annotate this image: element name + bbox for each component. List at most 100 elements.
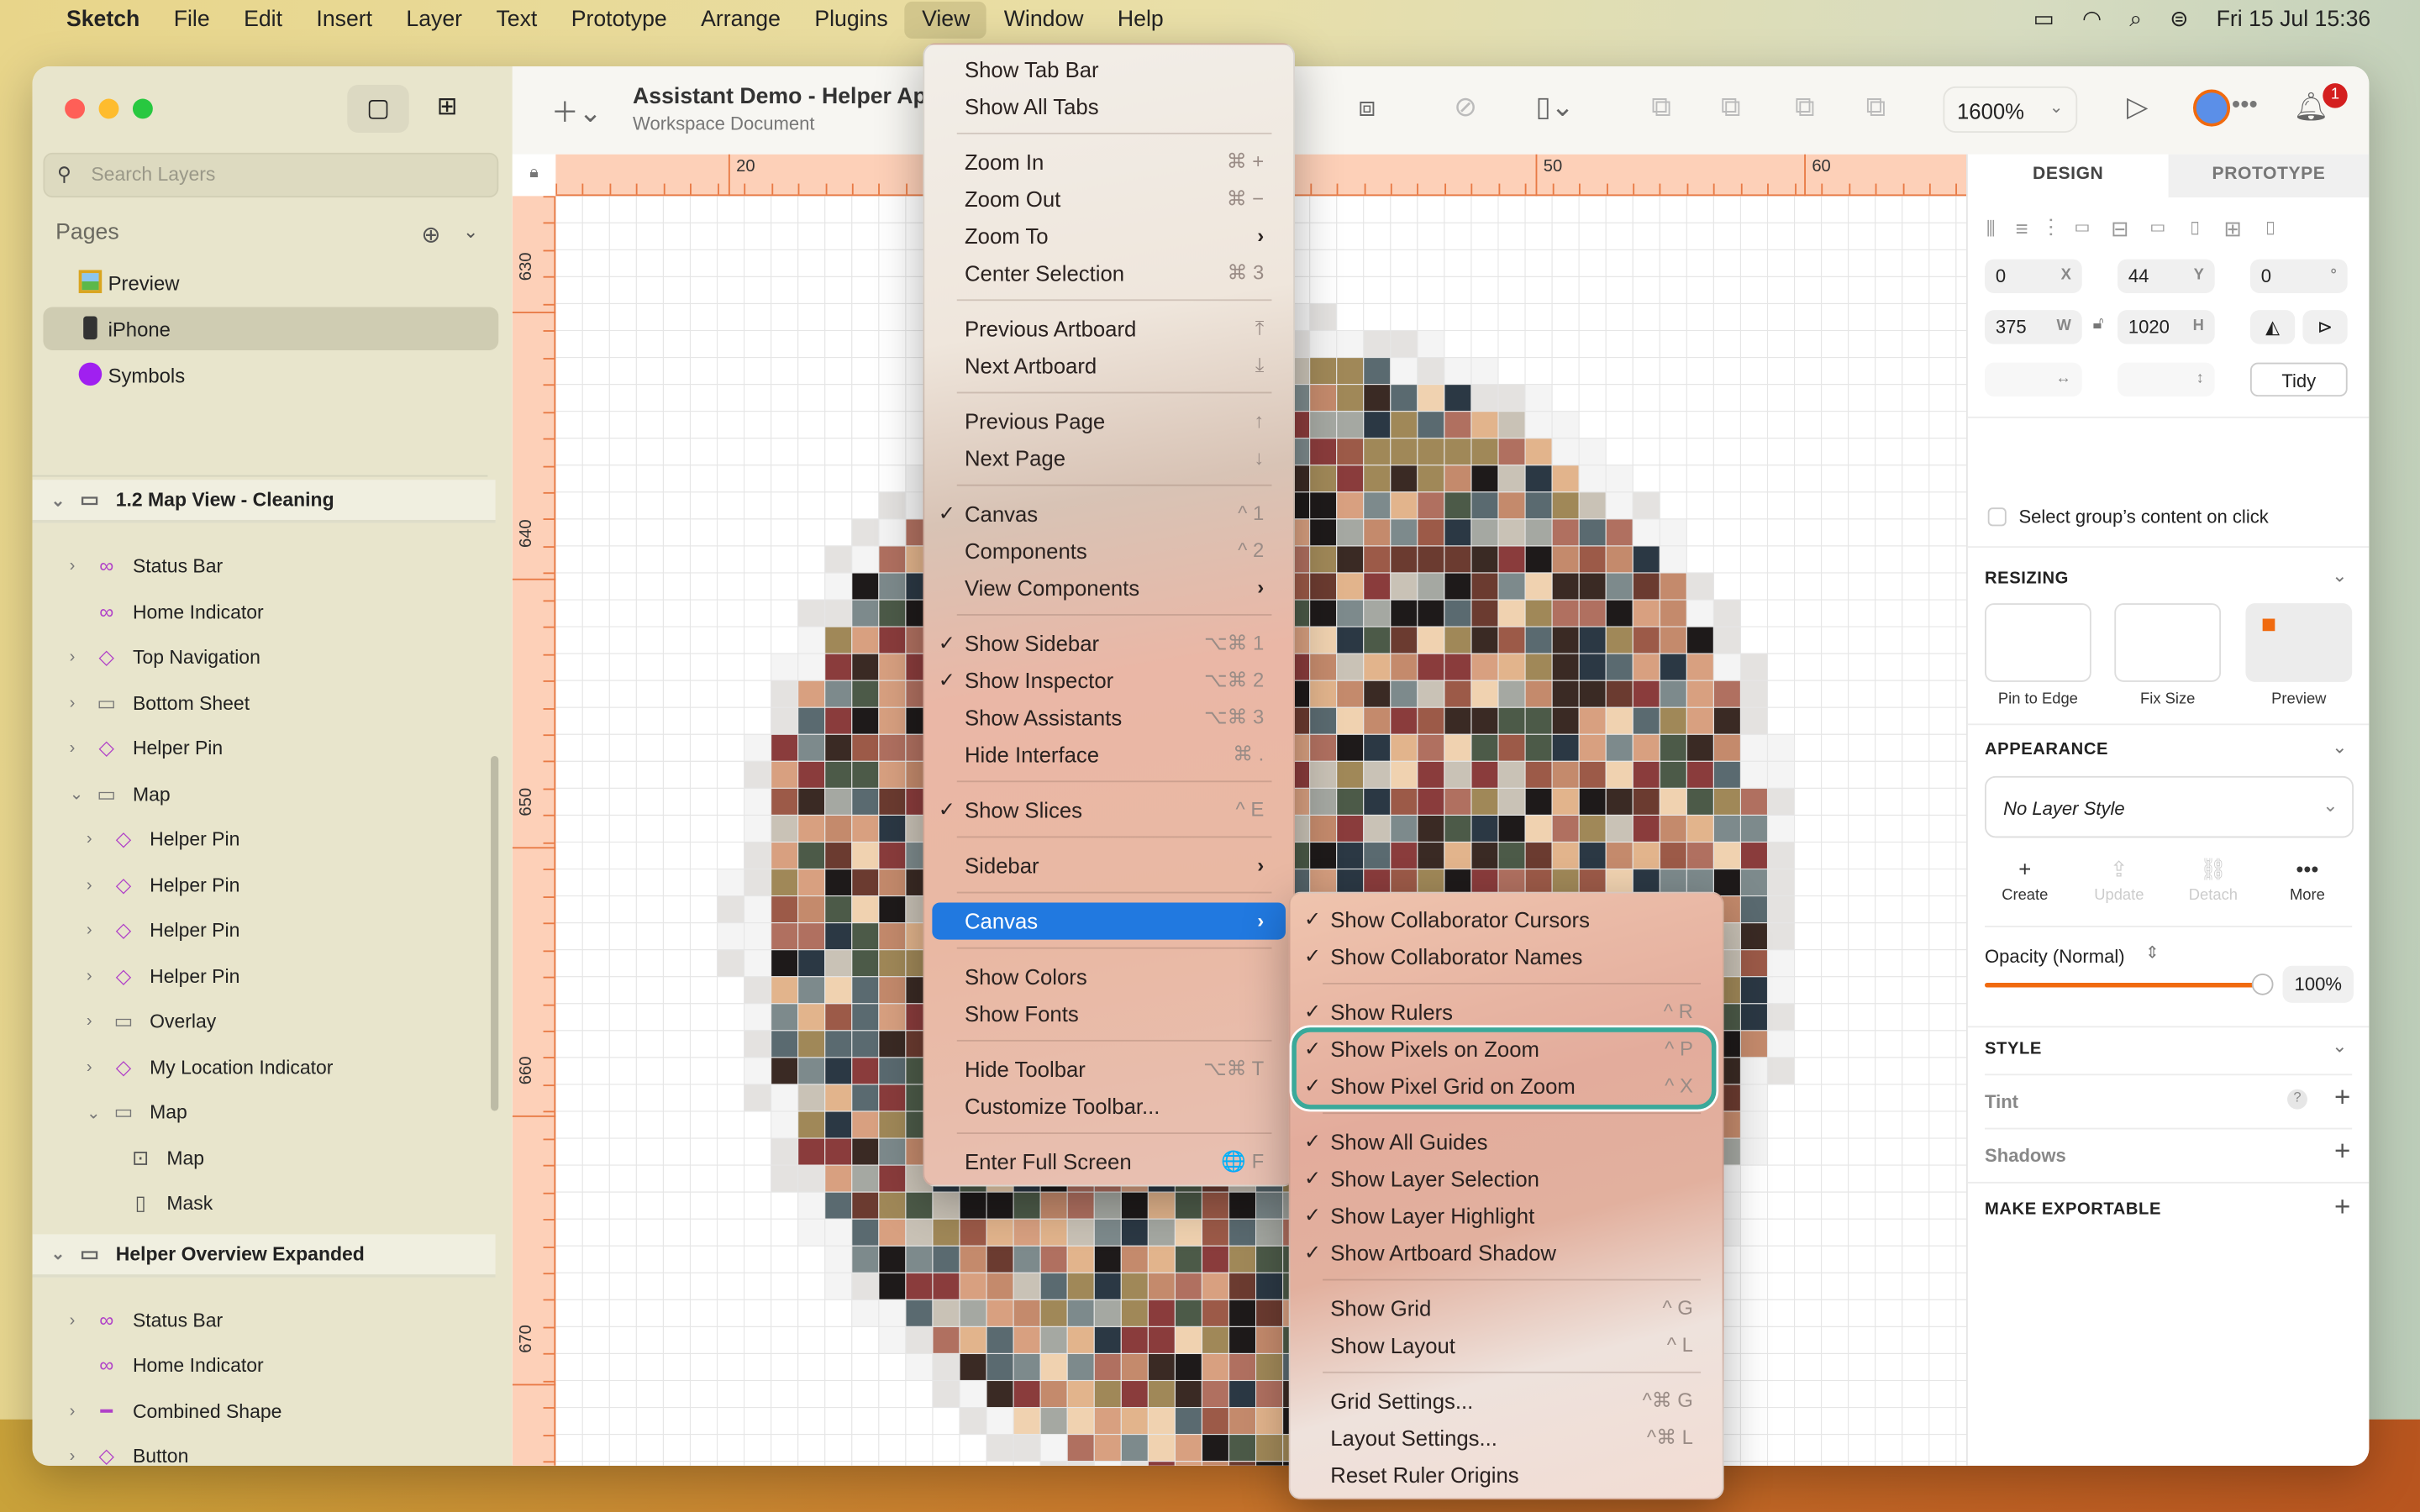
menu-item-reset-ruler-origins[interactable]: Reset Ruler Origins [1298, 1457, 1715, 1494]
artboard-row[interactable]: ⌄ ▭ 1.2 Map View - Cleaning [32, 480, 496, 523]
lock-ratio-icon[interactable]: 🔓︎ [2093, 315, 2104, 335]
chevron-right-icon[interactable]: › [87, 875, 92, 894]
difference-icon[interactable]: ⧉ [1866, 91, 1886, 123]
layer-row[interactable]: › ◇ Helper Pin [33, 954, 496, 997]
preview-play-icon[interactable]: ▷ [2127, 91, 2148, 123]
ruler-lock-icon[interactable]: 🔒︎ [512, 154, 556, 197]
layer-row[interactable]: › ◇ Helper Pin [33, 864, 496, 906]
menu-plugins[interactable]: Plugins [797, 2, 905, 39]
more-style-button[interactable]: ••• More [2267, 856, 2348, 904]
pin-to-edge-control[interactable] [1985, 603, 2091, 682]
apple-menu-icon[interactable] [0, 2, 50, 39]
detach-style-button[interactable]: ⛓ Detach [2173, 856, 2254, 904]
menu-item-next-page[interactable]: Next Page ↓ [932, 439, 1286, 476]
menu-window[interactable]: Window [987, 2, 1101, 39]
menu-item-show-fonts[interactable]: Show Fonts [932, 995, 1286, 1032]
menu-item-sidebar[interactable]: Sidebar › [932, 847, 1286, 884]
battery-icon[interactable]: ▭ [2033, 8, 2054, 32]
chevron-down-icon[interactable]: ⌄ [87, 1102, 101, 1122]
menu-item-show-slices[interactable]: ✓ Show Slices ^ E [932, 791, 1286, 828]
page-item-preview[interactable]: Preview [43, 260, 498, 303]
menu-item-zoom-out[interactable]: Zoom Out ⌘ − [932, 181, 1286, 218]
vertical-spacing-field[interactable]: ↕ [2117, 362, 2215, 397]
layer-row[interactable]: › ∞ Status Bar [33, 544, 496, 587]
update-style-button[interactable]: ⇪ Update [2079, 856, 2160, 904]
chevron-down-icon[interactable]: ⌄ [51, 1243, 66, 1263]
page-item-symbols[interactable]: Symbols [43, 354, 498, 396]
union-icon[interactable]: ⧉ [1651, 91, 1671, 123]
add-export-icon[interactable]: + [2334, 1191, 2350, 1224]
menu-item-show-layout[interactable]: Show Layout ^ L [1298, 1327, 1715, 1364]
zoom-window-button[interactable] [132, 98, 153, 119]
menu-item-hide-toolbar[interactable]: Hide Toolbar ⌥⌘ T [932, 1051, 1286, 1088]
menu-item-hide-interface[interactable]: Hide Interface ⌘ . [932, 736, 1286, 773]
intersect-icon[interactable]: ⧉ [1795, 91, 1815, 123]
menu-item-next-artboard[interactable]: Next Artboard ⤓ [932, 347, 1286, 384]
width-field[interactable]: 375 W [1985, 310, 2082, 344]
menu-insert[interactable]: Insert [299, 2, 389, 39]
menu-item-show-all-guides[interactable]: ✓ Show All Guides [1298, 1123, 1715, 1160]
menu-arrange[interactable]: Arrange [684, 2, 797, 39]
chevron-right-icon[interactable]: › [70, 557, 76, 575]
rotation-field[interactable]: 0 ° [2249, 259, 2348, 293]
more-collaborators-icon[interactable]: ••• [2232, 92, 2258, 120]
resize-icon[interactable]: ▯⌄ [1536, 91, 1575, 123]
height-field[interactable]: 1020 H [2117, 310, 2215, 344]
menu-item-layout-settings[interactable]: Layout Settings... ^⌘ L [1298, 1420, 1715, 1457]
menu-item-show-rulers[interactable]: ✓ Show Rulers ^ R [1298, 994, 1715, 1031]
menu-item-zoom-in[interactable]: Zoom In ⌘ + [932, 144, 1286, 181]
layer-row[interactable]: › ◇ Helper Pin [33, 727, 496, 769]
chevron-right-icon[interactable]: › [87, 1058, 92, 1076]
insert-plus-icon[interactable]: ＋⌄ [551, 91, 602, 131]
page-item-iphone[interactable]: iPhone [43, 307, 499, 350]
chevron-right-icon[interactable]: › [87, 830, 92, 848]
flip-horizontal-icon[interactable]: ◭ [2249, 310, 2296, 344]
menu-item-grid-settings[interactable]: Grid Settings... ^⌘ G [1298, 1383, 1715, 1420]
menu-item-center-selection[interactable]: Center Selection ⌘ 3 [932, 255, 1286, 291]
chevron-right-icon[interactable]: › [87, 1012, 92, 1031]
wifi-icon[interactable]: ◠ [2082, 8, 2102, 32]
align-distribute-icons[interactable]: ⫴≡⋮▭⊟▭▯⊞▯ [1986, 216, 2300, 242]
fix-size-control[interactable] [2114, 603, 2222, 682]
add-page-icon[interactable]: ⊕ [421, 221, 440, 248]
menu-item-show-colors[interactable]: Show Colors [932, 958, 1286, 995]
layer-row[interactable]: › ◇ Helper Pin [33, 909, 496, 952]
chevron-down-icon[interactable]: ⌄ [70, 784, 84, 804]
tab-design[interactable]: DESIGN [1968, 155, 2169, 197]
appearance-collapse-icon[interactable]: ⌄ [2332, 736, 2347, 758]
menu-item-show-layer-highlight[interactable]: ✓ Show Layer Highlight [1298, 1197, 1715, 1234]
chevron-right-icon[interactable]: › [70, 1447, 76, 1466]
layer-row[interactable]: › ━ Combined Shape [33, 1389, 496, 1432]
chevron-right-icon[interactable]: › [70, 1402, 76, 1420]
menu-item-show-all-tabs[interactable]: Show All Tabs [932, 88, 1286, 125]
layer-row[interactable]: ⌄ ▭ Map [33, 1091, 496, 1134]
layer-row[interactable]: ▯ Mask [33, 1182, 496, 1225]
menu-item-show-collaborator-cursors[interactable]: ✓ Show Collaborator Cursors [1298, 901, 1715, 938]
menu-item-show-tab-bar[interactable]: Show Tab Bar [932, 51, 1286, 88]
chevron-right-icon[interactable]: › [70, 648, 76, 666]
chevron-right-icon[interactable]: › [70, 739, 76, 758]
menu-item-show-assistants[interactable]: Show Assistants ⌥⌘ 3 [932, 699, 1286, 736]
spotlight-search-icon[interactable]: ⌕ [2129, 8, 2142, 32]
menu-item-show-grid[interactable]: Show Grid ^ G [1298, 1290, 1715, 1327]
menu-item-show-artboard-shadow[interactable]: ✓ Show Artboard Shadow [1298, 1234, 1715, 1271]
menu-item-show-collaborator-names[interactable]: ✓ Show Collaborator Names [1298, 938, 1715, 975]
menu-item-enter-full-screen[interactable]: Enter Full Screen 🌐 F [932, 1143, 1286, 1180]
layer-row[interactable]: ⌄ ▭ Map [33, 772, 496, 815]
subtract-icon[interactable]: ⧉ [1721, 91, 1741, 123]
chevron-right-icon[interactable]: › [87, 921, 92, 940]
menu-item-canvas[interactable]: ✓ Canvas ^ 1 [932, 496, 1286, 533]
vertical-ruler[interactable]: 630 640 650 660 670 [512, 196, 556, 1466]
flip-vertical-icon[interactable]: ⊳ [2302, 310, 2348, 344]
minimize-window-button[interactable] [98, 98, 119, 119]
menu-view[interactable]: View [904, 1, 987, 39]
layers-scrollbar[interactable] [491, 755, 499, 1111]
select-group-content-checkbox[interactable] [1987, 507, 2007, 527]
chevron-right-icon[interactable]: › [70, 1310, 76, 1329]
zoom-select[interactable]: 1600% ⌄ [1943, 86, 2078, 133]
search-layers-input[interactable]: ⚲ Search Layers [43, 152, 499, 198]
menu-item-customize-toolbar[interactable]: Customize Toolbar... [932, 1088, 1286, 1125]
menu-item-view-components[interactable]: View Components › [932, 570, 1286, 606]
close-window-button[interactable] [65, 98, 86, 119]
y-field[interactable]: 44 Y [2117, 259, 2215, 293]
